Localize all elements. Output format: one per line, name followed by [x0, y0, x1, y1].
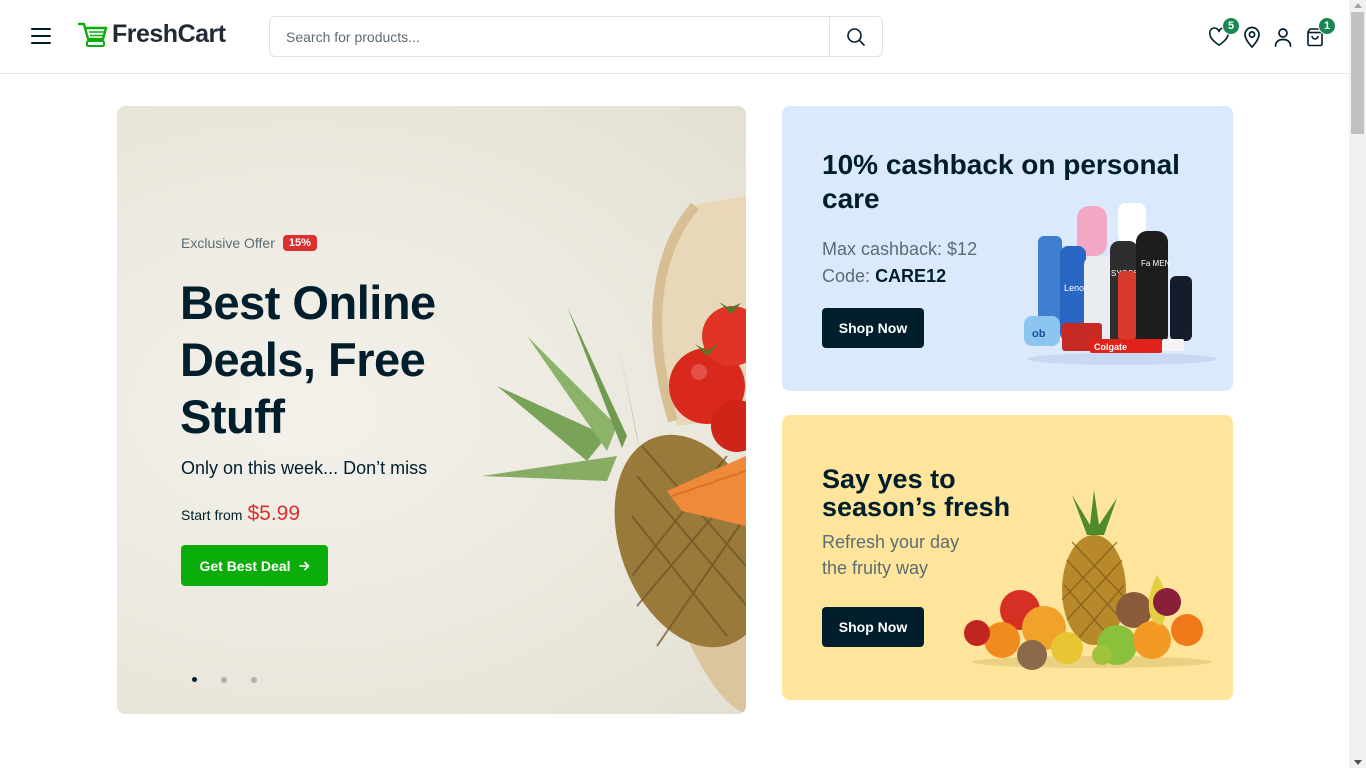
brand-name: FreshCart	[112, 20, 226, 48]
cart-button[interactable]: 1	[1304, 17, 1336, 48]
scroll-down-icon[interactable]	[1354, 760, 1362, 765]
slider-dot-3[interactable]	[251, 677, 257, 683]
brand-label-colgate: Colgate	[1094, 342, 1127, 352]
personal-care-details: Max cashback: $12 Code: CARE12	[822, 236, 977, 290]
hero-banner: Exclusive Offer 15% Best Online Deals, F…	[117, 106, 746, 714]
user-icon	[1274, 28, 1292, 47]
search-icon	[847, 27, 865, 46]
price-value: $5.99	[247, 502, 301, 525]
account-button[interactable]	[1272, 26, 1294, 48]
search-input[interactable]	[270, 17, 830, 56]
menu-icon[interactable]	[31, 28, 51, 44]
location-button[interactable]	[1241, 26, 1263, 48]
code-label: Code:	[822, 266, 871, 286]
arrow-right-icon	[298, 561, 309, 570]
fruits-shop-now-button[interactable]: Shop Now	[822, 607, 924, 647]
personal-care-shop-now-button[interactable]: Shop Now	[822, 308, 924, 348]
slider-dots	[192, 677, 281, 683]
brand-label-lenor: Lenor	[1064, 283, 1087, 293]
max-cashback-text: Max cashback: $12	[822, 239, 978, 259]
offer-label: Exclusive Offer	[181, 235, 275, 251]
slider-dot-1[interactable]	[192, 677, 197, 682]
discount-badge: 15%	[282, 235, 317, 251]
personal-care-products-image: Lenor SYOSS Fa MEN ob Colgate	[1024, 203, 1217, 365]
promo-code-row: Code: CARE12	[822, 263, 977, 290]
fruit-basket-image	[964, 490, 1212, 670]
scrollbar-thumb[interactable]	[1351, 12, 1364, 134]
slider-dot-2[interactable]	[221, 677, 227, 683]
scroll-up-icon[interactable]	[1354, 3, 1362, 8]
brand-logo[interactable]: FreshCart	[78, 20, 226, 49]
cart-logo-icon	[78, 22, 108, 47]
get-best-deal-button[interactable]: Get Best Deal	[181, 545, 328, 586]
location-icon	[1244, 26, 1260, 48]
search-bar	[269, 16, 883, 57]
site-header: FreshCart 5 1	[0, 0, 1349, 74]
hero-price-row: Start from $5.99	[181, 502, 300, 526]
brand-label-ob: ob	[1032, 328, 1046, 340]
cart-count-badge: 1	[1318, 17, 1336, 35]
hero-title: Best Online Deals, Free Stuff	[180, 276, 436, 443]
search-button[interactable]	[829, 17, 882, 56]
promo-code: CARE12	[875, 266, 947, 286]
brand-label-fa-men: Fa MEN	[1141, 259, 1171, 268]
price-label: Start from	[181, 507, 243, 523]
hero-subtitle: Only on this week... Don’t miss	[181, 458, 428, 478]
seasonal-fruits-promo-card: Say yes to season’s fresh Refresh your d…	[782, 415, 1233, 700]
get-best-deal-label: Get Best Deal	[199, 557, 291, 574]
page-scrollbar[interactable]	[1349, 0, 1366, 768]
exclusive-offer-row: Exclusive Offer 15%	[181, 235, 317, 251]
wishlist-button[interactable]: 5	[1208, 17, 1240, 48]
wishlist-count-badge: 5	[1222, 17, 1240, 35]
produce-bag-image	[482, 196, 746, 714]
personal-care-promo-card: 10% cashback on personal care Max cashba…	[782, 106, 1233, 391]
